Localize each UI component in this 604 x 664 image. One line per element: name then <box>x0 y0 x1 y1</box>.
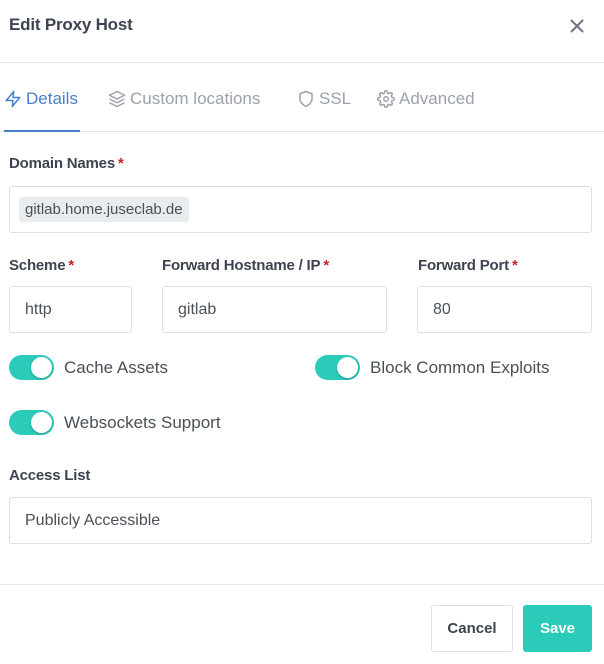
toggle-knob <box>337 357 358 378</box>
tab-details[interactable]: Details <box>4 88 78 110</box>
label-text: Forward Hostname / IP <box>162 257 321 274</box>
forward-hostname-value: gitlab <box>178 300 217 318</box>
tab-bar: Details Custom locations SSL Advanced <box>0 62 604 132</box>
close-button[interactable] <box>566 15 588 37</box>
active-tab-indicator <box>4 130 80 132</box>
forward-hostname-input[interactable]: gitlab <box>162 286 387 333</box>
forward-port-value: 80 <box>433 300 451 318</box>
close-icon <box>570 19 584 33</box>
tab-label: Details <box>26 89 78 108</box>
cache-assets-toggle[interactable]: Cache Assets <box>9 355 168 380</box>
toggle-switch[interactable] <box>9 410 54 435</box>
domain-chip[interactable]: gitlab.home.juseclab.de <box>19 197 189 222</box>
tab-label: Advanced <box>399 89 475 108</box>
forward-hostname-label: Forward Hostname / IP * <box>162 257 329 274</box>
websockets-support-toggle[interactable]: Websockets Support <box>9 410 221 435</box>
forward-port-label: Forward Port * <box>418 257 518 274</box>
required-mark: * <box>117 155 124 172</box>
toggle-switch[interactable] <box>9 355 54 380</box>
access-list-value: Publicly Accessible <box>25 511 161 529</box>
shield-icon <box>299 90 313 108</box>
toggle-switch[interactable] <box>315 355 360 380</box>
cancel-button[interactable]: Cancel <box>431 605 513 652</box>
domain-names-input[interactable]: gitlab.home.juseclab.de <box>9 186 592 233</box>
required-mark: * <box>323 257 329 274</box>
label-text: Scheme <box>9 257 66 274</box>
label-text: Domain Names <box>9 155 115 172</box>
forward-port-input[interactable]: 80 <box>417 286 592 333</box>
save-button[interactable]: Save <box>523 605 592 652</box>
block-common-exploits-toggle[interactable]: Block Common Exploits <box>315 355 550 380</box>
modal-footer: Cancel Save <box>0 584 604 664</box>
scheme-value: http <box>25 300 52 318</box>
domain-names-label: Domain Names * <box>9 155 124 172</box>
tab-ssl[interactable]: SSL <box>297 88 351 110</box>
label-text: Forward Port <box>418 257 509 274</box>
required-mark: * <box>68 257 74 274</box>
toggle-knob <box>31 357 52 378</box>
toggle-knob <box>31 412 52 433</box>
gear-icon <box>377 90 395 108</box>
access-list-select[interactable]: Publicly Accessible <box>9 497 592 544</box>
tab-label: Custom locations <box>130 89 261 108</box>
edit-proxy-host-modal: Edit Proxy Host Details Custom locations… <box>0 0 604 664</box>
tab-advanced[interactable]: Advanced <box>377 88 475 110</box>
tab-custom-locations[interactable]: Custom locations <box>108 88 260 110</box>
scheme-label: Scheme * <box>9 257 74 274</box>
tab-label: SSL <box>319 89 352 108</box>
toggle-label: Block Common Exploits <box>370 357 550 377</box>
zap-icon <box>5 90 21 108</box>
modal-header: Edit Proxy Host <box>0 0 604 52</box>
modal-title: Edit Proxy Host <box>9 15 133 34</box>
access-list-label: Access List <box>9 467 91 484</box>
scheme-input[interactable]: http <box>9 286 132 333</box>
toggle-label: Websockets Support <box>64 412 221 432</box>
toggle-label: Cache Assets <box>64 357 168 377</box>
required-mark: * <box>511 257 518 274</box>
layers-icon <box>108 90 126 108</box>
